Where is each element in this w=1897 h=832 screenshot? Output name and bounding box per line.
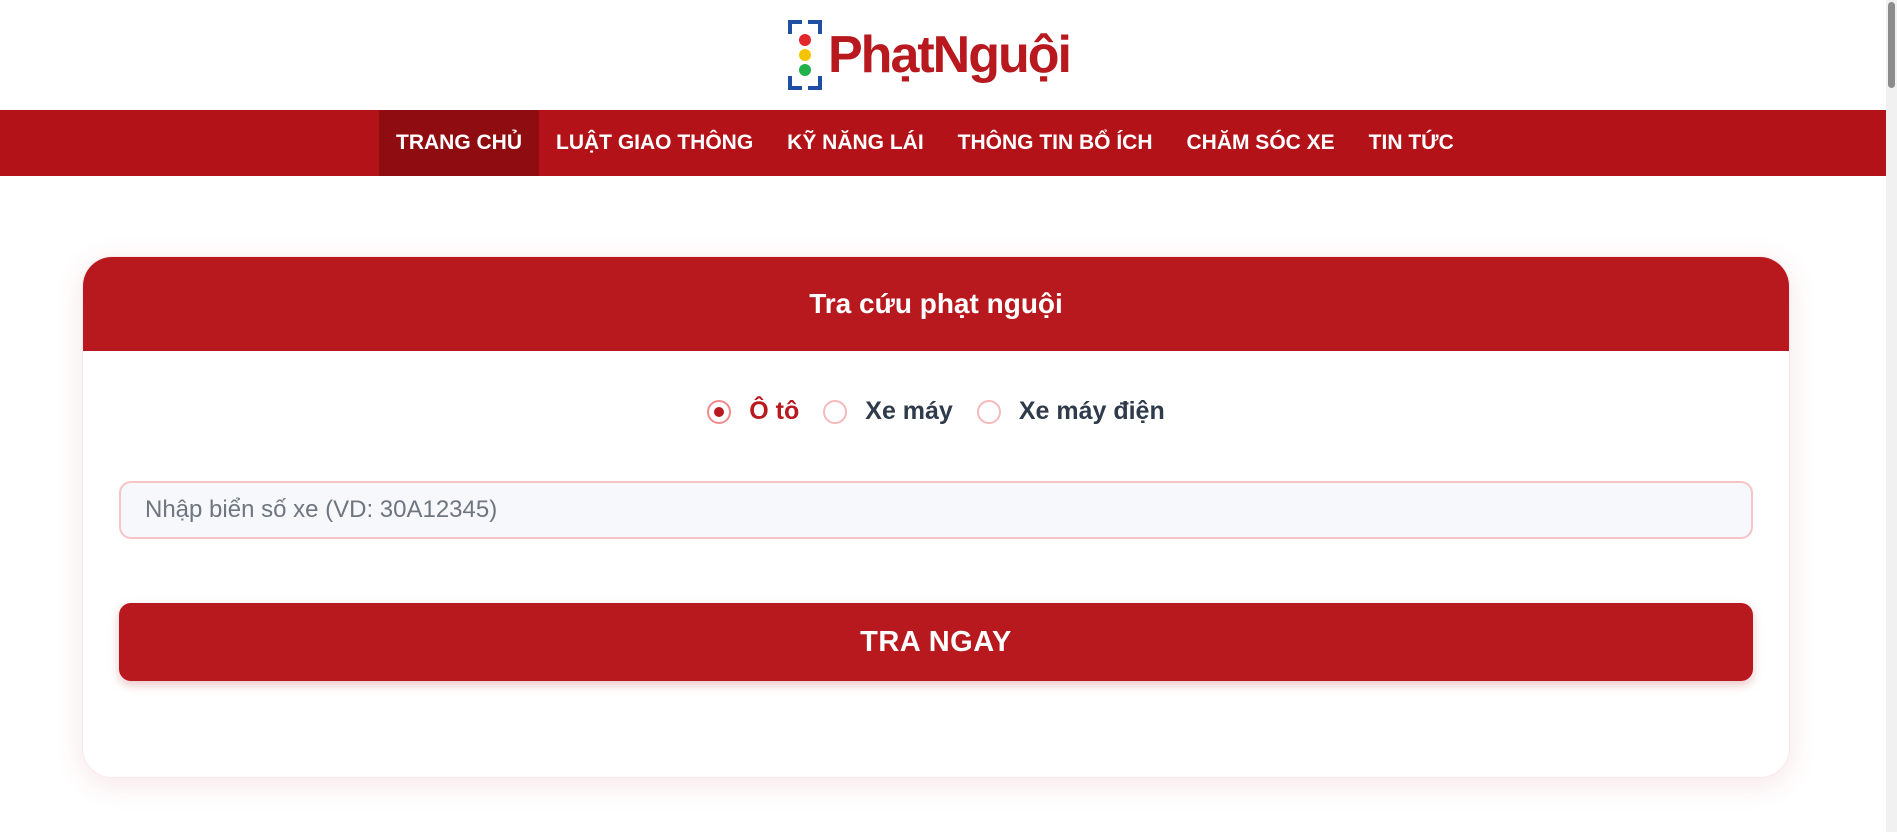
page-scrollbar[interactable] xyxy=(1886,0,1897,832)
radio-button[interactable] xyxy=(976,399,1001,424)
search-submit-button[interactable]: TRA NGAY xyxy=(119,603,1753,681)
nav-item-trang-chu[interactable]: TRANG CHỦ xyxy=(379,110,539,176)
nav-item-cham-soc-xe[interactable]: CHĂM SÓC XE xyxy=(1169,110,1351,176)
traffic-light-icon xyxy=(788,20,822,90)
plate-number-input[interactable] xyxy=(119,481,1753,539)
radio-o-to[interactable]: Ô tô xyxy=(707,397,799,426)
nav-item-thong-tin-bo-ich[interactable]: THÔNG TIN BỔ ÍCH xyxy=(941,110,1170,176)
site-header: PhạtNguội xyxy=(0,0,1886,110)
radio-button-checked[interactable] xyxy=(707,399,732,424)
lookup-title: Tra cứu phạt nguội xyxy=(83,257,1789,351)
nav-item-luat-giao-thong[interactable]: LUẬT GIAO THÔNG xyxy=(539,110,770,176)
radio-label-o-to[interactable]: Ô tô xyxy=(749,397,799,426)
radio-label-xe-may-dien[interactable]: Xe máy điện xyxy=(1019,397,1165,426)
logo-text: PhạtNguội xyxy=(828,26,1072,84)
vehicle-type-group: Ô tô Xe máy Xe máy điện xyxy=(83,397,1789,426)
radio-button[interactable] xyxy=(823,399,848,424)
nav-item-ky-nang-lai[interactable]: KỸ NĂNG LÁI xyxy=(770,110,941,176)
site-logo[interactable]: PhạtNguội xyxy=(788,20,1072,90)
radio-xe-may-dien[interactable]: Xe máy điện xyxy=(976,397,1165,426)
nav-item-tin-tuc[interactable]: TIN TỨC xyxy=(1352,110,1471,176)
lookup-card: Tra cứu phạt nguội Ô tô Xe máy Xe máy đi… xyxy=(82,256,1790,778)
main-nav: TRANG CHỦ LUẬT GIAO THÔNG KỸ NĂNG LÁI TH… xyxy=(0,110,1886,176)
scrollbar-thumb[interactable] xyxy=(1888,2,1895,88)
radio-label-xe-may[interactable]: Xe máy xyxy=(865,397,953,426)
radio-xe-may[interactable]: Xe máy xyxy=(823,397,953,426)
